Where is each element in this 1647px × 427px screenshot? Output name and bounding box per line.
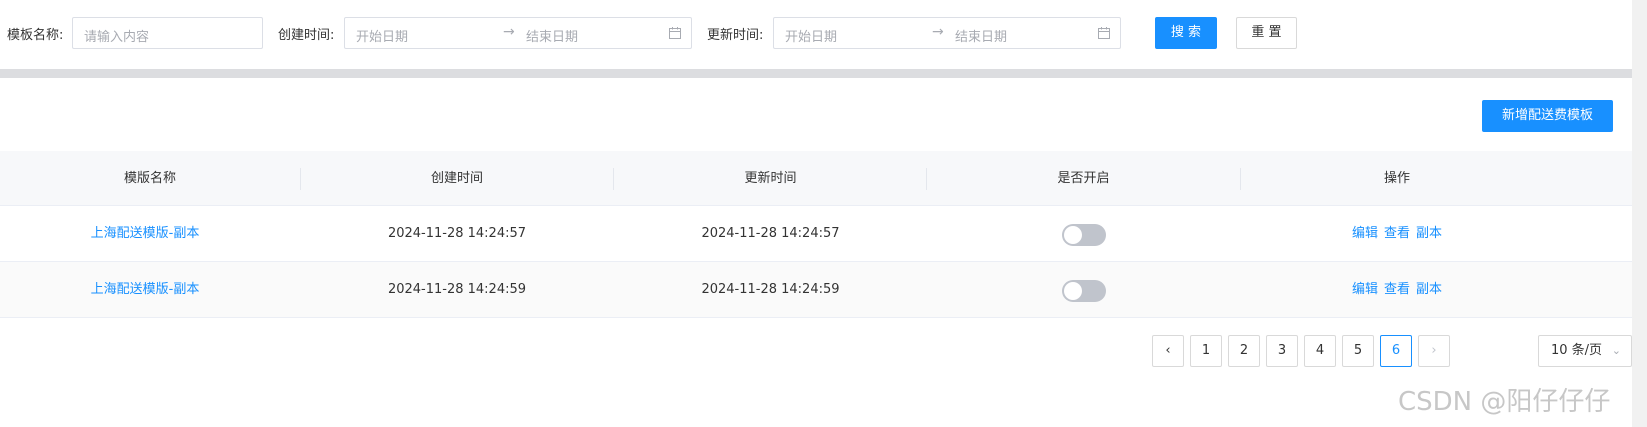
prev-page-button[interactable]: ‹ <box>1152 335 1184 367</box>
updated-time-cell: 2024-11-28 14:24:57 <box>701 226 840 241</box>
update-time-label: 更新时间: <box>707 28 764 43</box>
created-time-cell: 2024-11-28 14:24:57 <box>387 226 527 241</box>
update-end-date-input[interactable]: 结束日期 <box>955 26 1007 45</box>
page-3-button[interactable]: 3 <box>1266 335 1298 367</box>
created-time-cell: 2024-11-28 14:24:59 <box>387 282 527 297</box>
row-actions: 编辑 查看 副本 <box>1240 262 1554 318</box>
page-size-value: 10 条/页 <box>1551 343 1603 358</box>
vertical-scrollbar[interactable] <box>1632 0 1647 427</box>
search-button[interactable]: 搜 索 <box>1155 17 1217 49</box>
enable-switch[interactable] <box>1062 280 1106 302</box>
copy-link[interactable]: 副本 <box>1416 226 1442 241</box>
calendar-icon <box>669 27 681 39</box>
edit-link[interactable]: 编辑 <box>1352 226 1378 241</box>
template-name-link[interactable]: 上海配送模版-副本 <box>0 262 290 318</box>
enable-switch[interactable] <box>1062 224 1106 246</box>
switch-knob <box>1064 282 1082 300</box>
range-arrow-icon: → <box>932 24 944 40</box>
page-4-button[interactable]: 4 <box>1304 335 1336 367</box>
section-divider <box>0 69 1632 78</box>
watermark: CSDN @阳仔仔仔 <box>1398 387 1611 417</box>
create-time-range-picker[interactable]: 开始日期 → 结束日期 <box>344 17 692 49</box>
reset-button[interactable]: 重 置 <box>1236 17 1297 49</box>
next-page-button[interactable]: › <box>1418 335 1450 367</box>
range-arrow-icon: → <box>503 24 515 40</box>
table-row: 上海配送模版-副本 2024-11-28 14:24:57 2024-11-28… <box>0 206 1632 262</box>
page-1-button[interactable]: 1 <box>1190 335 1222 367</box>
table-header: 模版名称 创建时间 更新时间 是否开启 操作 <box>0 151 1632 206</box>
table-row: 上海配送模版-副本 2024-11-28 14:24:59 2024-11-28… <box>0 262 1632 318</box>
update-start-date-input[interactable]: 开始日期 <box>785 26 837 45</box>
column-header-enabled: 是否开启 <box>1057 171 1110 186</box>
edit-link[interactable]: 编辑 <box>1352 282 1378 297</box>
view-link[interactable]: 查看 <box>1384 282 1410 297</box>
row-actions: 编辑 查看 副本 <box>1240 206 1554 262</box>
calendar-icon <box>1098 27 1110 39</box>
update-time-range-picker[interactable]: 开始日期 → 结束日期 <box>773 17 1121 49</box>
template-table: 模版名称 创建时间 更新时间 是否开启 操作 上海配送模版-副本 2024-11… <box>0 151 1632 318</box>
page-6-button[interactable]: 6 <box>1380 335 1412 367</box>
template-name-placeholder: 请输入内容 <box>84 30 150 45</box>
page-5-button[interactable]: 5 <box>1342 335 1374 367</box>
column-header-name: 模版名称 <box>123 171 176 186</box>
page-size-select[interactable]: 10 条/页 ⌄ <box>1538 335 1632 367</box>
page-2-button[interactable]: 2 <box>1228 335 1260 367</box>
filter-bar: 模板名称: 请输入内容 创建时间: 开始日期 → 结束日期 更新时间: 开始日期… <box>0 0 1647 68</box>
updated-time-cell: 2024-11-28 14:24:59 <box>701 282 840 297</box>
column-header-updated: 更新时间 <box>744 171 797 186</box>
template-name-label: 模板名称: <box>7 28 64 43</box>
create-start-date-input[interactable]: 开始日期 <box>356 26 408 45</box>
copy-link[interactable]: 副本 <box>1416 282 1442 297</box>
add-delivery-template-button[interactable]: 新增配送费模板 <box>1482 100 1613 132</box>
chevron-down-icon: ⌄ <box>1611 344 1621 357</box>
column-header-created: 创建时间 <box>430 171 483 186</box>
view-link[interactable]: 查看 <box>1384 226 1410 241</box>
template-name-input[interactable]: 请输入内容 <box>72 17 263 49</box>
pagination: ‹ 1 2 3 4 5 6 › 10 条/页 ⌄ <box>0 335 1632 367</box>
template-name-link[interactable]: 上海配送模版-副本 <box>0 206 290 262</box>
column-header-actions: 操作 <box>1383 171 1410 186</box>
create-end-date-input[interactable]: 结束日期 <box>526 26 578 45</box>
create-time-label: 创建时间: <box>278 28 335 43</box>
switch-knob <box>1064 226 1082 244</box>
